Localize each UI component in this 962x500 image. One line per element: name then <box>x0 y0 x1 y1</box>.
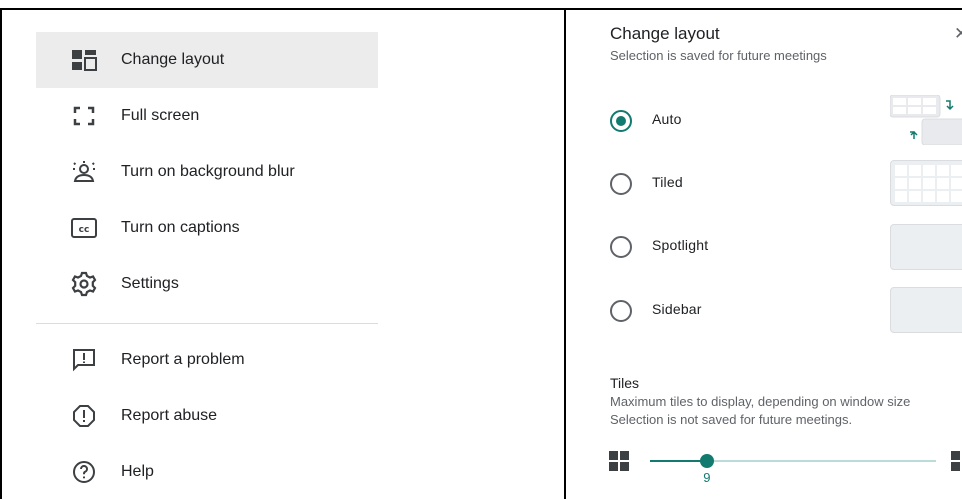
radio-tiled[interactable] <box>610 173 632 195</box>
close-icon[interactable]: ✕ <box>954 24 962 44</box>
tiled-layout-thumbnail <box>890 160 962 206</box>
few-tiles-icon <box>608 450 630 477</box>
menu-item-label: Turn on captions <box>121 219 240 236</box>
tiles-slider-value: 9 <box>703 470 711 485</box>
fullscreen-icon <box>70 102 98 130</box>
tiles-note: Selection is not saved for future meetin… <box>610 412 853 427</box>
menu-item-full-screen[interactable]: Full screen <box>36 88 378 144</box>
menu-item-label: Help <box>121 463 154 480</box>
gear-icon <box>70 270 98 298</box>
menu-item-label: Settings <box>121 275 179 292</box>
many-tiles-icon <box>950 450 962 477</box>
option-label: Tiled <box>652 174 683 190</box>
menu-item-report-abuse[interactable]: Report abuse <box>36 388 378 444</box>
report-abuse-icon <box>70 402 98 430</box>
option-label: Auto <box>652 111 682 127</box>
radio-auto[interactable] <box>610 110 632 132</box>
tiles-description: Maximum tiles to display, depending on w… <box>610 394 911 409</box>
tiles-slider-handle[interactable] <box>700 454 715 468</box>
menu-item-label: Full screen <box>121 107 200 124</box>
menu-item-change-layout[interactable]: Change layout <box>36 32 378 88</box>
menu-item-captions[interactable]: cc Turn on captions <box>36 200 378 256</box>
options-menu: Change layout Full screen Turn on backgr… <box>0 8 566 499</box>
change-layout-panel: Change layout Selection is saved for fut… <box>568 10 962 499</box>
panel-title: Change layout <box>610 24 720 43</box>
tiles-slider-fill <box>650 460 708 462</box>
option-label: Sidebar <box>652 301 702 317</box>
menu-item-background-blur[interactable]: Turn on background blur <box>36 144 378 200</box>
svg-text:cc: cc <box>79 225 90 235</box>
tiles-heading: Tiles <box>610 375 640 391</box>
spotlight-layout-thumbnail <box>890 224 962 270</box>
menu-item-label: Turn on background blur <box>121 163 295 180</box>
menu-item-report-problem[interactable]: Report a problem <box>36 332 378 388</box>
radio-spotlight[interactable] <box>610 236 632 258</box>
menu-item-label: Report a problem <box>121 351 245 368</box>
menu-item-label: Change layout <box>121 51 225 68</box>
help-icon <box>70 458 98 486</box>
sidebar-layout-thumbnail <box>890 287 962 333</box>
layout-icon <box>70 46 98 74</box>
panel-subtitle: Selection is saved for future meetings <box>610 48 827 63</box>
background-blur-icon <box>70 158 98 186</box>
menu-item-help[interactable]: Help <box>36 444 378 500</box>
captions-icon: cc <box>70 214 98 242</box>
feedback-icon <box>70 346 98 374</box>
menu-divider <box>36 323 378 324</box>
menu-item-label: Report abuse <box>121 407 218 424</box>
auto-layout-thumbnail <box>889 94 962 146</box>
menu-item-settings[interactable]: Settings <box>36 256 378 312</box>
radio-sidebar[interactable] <box>610 300 632 322</box>
option-label: Spotlight <box>652 237 709 253</box>
